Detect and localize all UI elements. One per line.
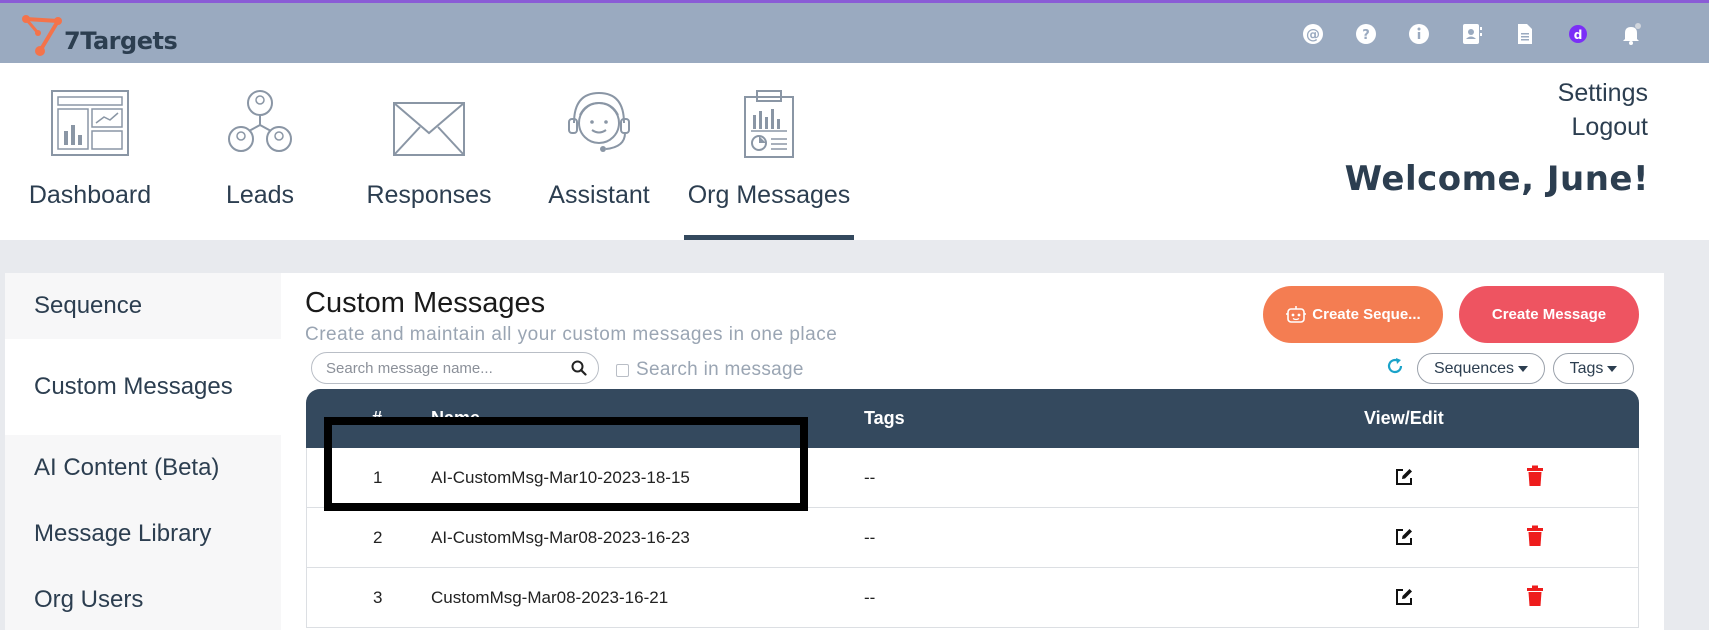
sidebar-item-ai-content[interactable]: AI Content (Beta) <box>5 435 281 501</box>
top-bar: 7Targets @ ? d <box>0 0 1709 63</box>
search-box <box>311 352 599 384</box>
svg-text:?: ? <box>1362 28 1370 43</box>
search-in-message-option: Search in message <box>616 359 804 381</box>
row-number: 3 <box>373 588 383 607</box>
col-tags: Tags <box>864 408 905 428</box>
edit-icon[interactable] <box>1394 467 1414 487</box>
svg-text:@: @ <box>1306 27 1320 43</box>
user-badge-icon[interactable]: d <box>1551 21 1604 47</box>
tags-filter-label: Tags <box>1569 359 1604 377</box>
table-row[interactable]: 2 AI-CustomMsg-Mar08-2023-16-23 -- <box>306 508 1639 568</box>
row-name[interactable]: AI-CustomMsg-Mar08-2023-16-23 <box>431 528 690 548</box>
sidebar-item-message-library[interactable]: Message Library <box>5 501 281 567</box>
search-input[interactable] <box>326 358 566 378</box>
headset-icon <box>568 91 630 152</box>
main-nav: Dashboard Leads Responses Assistant Org … <box>0 63 1709 240</box>
bell-icon[interactable] <box>1604 21 1657 47</box>
app-name: 7Targets <box>64 27 178 55</box>
row-tags: -- <box>864 528 876 547</box>
search-in-message-label[interactable]: Search in message <box>636 359 804 381</box>
svg-text:d: d <box>1573 28 1582 42</box>
nav-responses[interactable]: Responses <box>365 63 493 240</box>
nav-org-messages[interactable]: Org Messages <box>684 63 854 240</box>
document-icon[interactable] <box>1498 21 1551 47</box>
chevron-down-icon <box>1518 365 1529 372</box>
info-icon[interactable] <box>1392 21 1445 47</box>
nav-dashboard[interactable]: Dashboard <box>17 63 163 240</box>
nav-label: Org Messages <box>687 181 851 209</box>
trash-icon[interactable] <box>1526 585 1544 607</box>
help-icon[interactable]: ? <box>1339 21 1392 47</box>
active-tab-indicator <box>684 235 854 240</box>
page-title: Custom Messages <box>305 287 546 319</box>
settings-link[interactable]: Settings <box>1558 79 1648 108</box>
search-in-message-checkbox[interactable] <box>616 363 629 377</box>
nav-label: Responses <box>366 181 492 209</box>
row-tags: -- <box>864 588 876 607</box>
7targets-logo-icon[interactable] <box>20 11 68 59</box>
sidebar: Sequence Custom Messages AI Content (Bet… <box>5 273 281 630</box>
row-number: 2 <box>373 528 383 547</box>
sequences-filter[interactable]: Sequences <box>1417 353 1545 384</box>
row-name[interactable]: CustomMsg-Mar08-2023-16-21 <box>431 588 668 608</box>
nav-label: Assistant <box>548 181 650 209</box>
sidebar-item-sequence[interactable]: Sequence <box>5 273 281 339</box>
edit-icon[interactable] <box>1394 527 1414 547</box>
create-message-button[interactable]: Create Message <box>1459 286 1639 343</box>
robot-icon <box>1286 305 1307 323</box>
create-sequence-button[interactable]: Create Seque... <box>1263 286 1443 343</box>
sidebar-item-org-users[interactable]: Org Users <box>5 567 281 630</box>
nav-label: Dashboard <box>28 181 152 209</box>
sequences-filter-label: Sequences <box>1433 359 1515 377</box>
contacts-icon[interactable] <box>1445 21 1498 47</box>
nav-assistant[interactable]: Assistant <box>546 63 652 240</box>
envelope-icon <box>393 102 465 156</box>
logout-link[interactable]: Logout <box>1572 113 1648 142</box>
row-tags: -- <box>864 468 876 487</box>
top-icons: @ ? d <box>1286 21 1657 47</box>
trash-icon[interactable] <box>1526 465 1544 487</box>
create-sequence-label: Create Seque... <box>1312 306 1421 323</box>
table-row[interactable]: 3 CustomMsg-Mar08-2023-16-21 -- <box>306 568 1639 628</box>
highlight-annotation <box>324 417 808 511</box>
tags-filter[interactable]: Tags <box>1553 353 1634 384</box>
clipboard-chart-icon <box>744 90 794 158</box>
sidebar-item-custom-messages[interactable]: Custom Messages <box>5 339 281 435</box>
refresh-icon[interactable] <box>1386 357 1404 375</box>
welcome-message: Welcome, June! <box>1344 159 1649 199</box>
at-icon[interactable]: @ <box>1286 21 1339 47</box>
edit-icon[interactable] <box>1394 587 1414 607</box>
col-view-edit: View/Edit <box>1364 408 1444 428</box>
search-icon[interactable] <box>571 360 587 376</box>
page-subtitle: Create and maintain all your custom mess… <box>305 324 838 345</box>
dashboard-icon <box>51 90 129 156</box>
leads-icon <box>228 90 292 152</box>
chevron-down-icon <box>1607 365 1618 372</box>
nav-leads[interactable]: Leads <box>210 63 310 240</box>
trash-icon[interactable] <box>1526 525 1544 547</box>
nav-label: Leads <box>225 181 295 209</box>
